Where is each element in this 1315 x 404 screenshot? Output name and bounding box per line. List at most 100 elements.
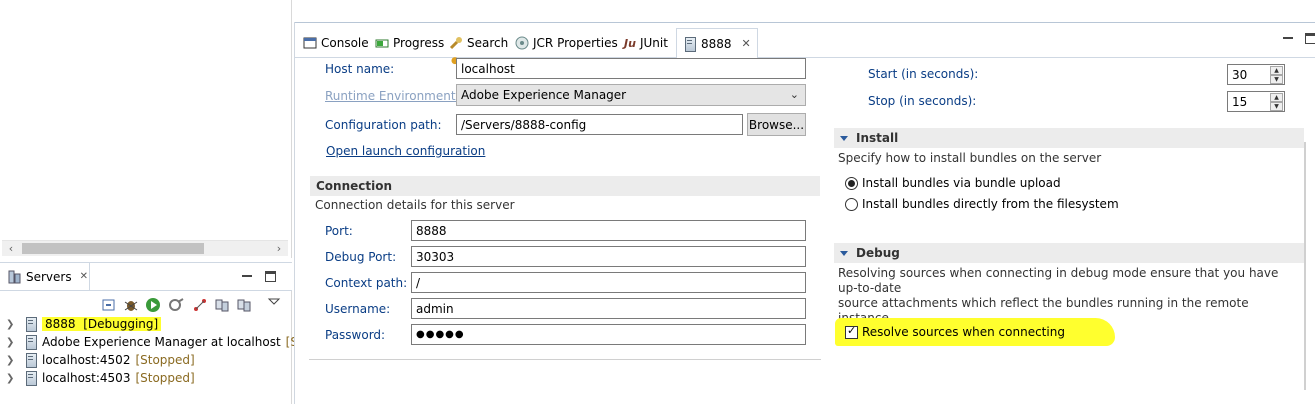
password-field[interactable]: ●●●●● (411, 324, 806, 345)
servers-tab-label: Servers (26, 269, 72, 284)
jcr-properties-icon (515, 36, 529, 50)
host-name-field[interactable]: localhost (456, 58, 806, 79)
server-icon (24, 371, 38, 386)
server-item-aem-localhost[interactable]: ❯ Adobe Experience Manager at localhost … (6, 333, 318, 351)
install-from-filesystem-radio[interactable]: Install bundles directly from the filesy… (845, 197, 1119, 211)
configuration-path-field[interactable]: /Servers/8888-config (456, 114, 743, 135)
host-name-label: Host name: (325, 62, 395, 76)
resolve-sources-checkbox[interactable] (845, 324, 858, 339)
collapse-all-icon[interactable] (101, 297, 117, 313)
open-launch-configuration-link[interactable]: Open launch configuration (326, 144, 485, 158)
install-description: Specify how to install bundles on the se… (838, 151, 1102, 165)
tab-label: JUnit (639, 36, 668, 50)
scrollbar-thumb[interactable] (22, 243, 204, 254)
profile-server-icon[interactable] (168, 297, 184, 313)
vertical-scroll-edge (1304, 142, 1306, 390)
console-icon (303, 37, 317, 49)
username-label: Username: (325, 302, 391, 316)
collapse-triangle-icon[interactable] (840, 135, 848, 141)
expand-icon[interactable]: ❯ (6, 319, 20, 330)
server-icon (24, 353, 38, 368)
spin-down-icon[interactable]: ▼ (1270, 102, 1283, 111)
password-label: Password: (325, 328, 386, 342)
server-icon (24, 317, 38, 332)
connection-description: Connection details for this server (315, 198, 515, 212)
tab-label: Progress (393, 36, 445, 50)
resolve-sources-label: Resolve sources when connecting (862, 325, 1065, 339)
debug-description-line: Resolving sources when connecting in deb… (838, 266, 1279, 295)
context-path-field[interactable]: / (411, 272, 806, 293)
divider (309, 359, 821, 360)
radio-label: Install bundles directly from the filesy… (862, 197, 1119, 211)
close-icon[interactable]: ✕ (80, 271, 88, 282)
tab-servers[interactable]: Servers ✕ (0, 263, 90, 290)
expand-icon[interactable]: ❯ (6, 337, 20, 348)
close-icon[interactable]: ✕ (742, 37, 751, 50)
maximize-icon[interactable] (265, 271, 276, 282)
tab-junit[interactable]: Ju JUnit (624, 30, 668, 56)
start-server-icon[interactable] (145, 297, 161, 313)
minimize-icon[interactable] (1281, 31, 1295, 45)
server-item-label: Adobe Experience Manager at localhost (42, 335, 281, 349)
debug-port-field[interactable]: 30303 (411, 246, 806, 267)
server-item-label: localhost:4502 (42, 353, 131, 367)
start-timeout-spinner[interactable]: 30 ▲ ▼ (1227, 64, 1285, 85)
stop-timeout-label: Stop (in seconds): (868, 94, 977, 108)
debug-section-title[interactable]: Debug (834, 243, 1304, 263)
server-item-localhost-4503[interactable]: ❯ localhost:4503 [Stopped] (6, 369, 195, 387)
scroll-left-icon[interactable]: ‹ (4, 242, 18, 256)
server-item-label: localhost:4503 (42, 371, 131, 385)
port-label: Port: (325, 224, 353, 238)
debug-title-text: Debug (856, 246, 900, 260)
view-menu-icon[interactable] (266, 293, 282, 309)
server-item-label: 8888 [Debugging] (42, 317, 162, 331)
radio-selected-icon[interactable] (845, 176, 858, 190)
radio-unselected-icon[interactable] (845, 197, 858, 211)
server-item-localhost-4502[interactable]: ❯ localhost:4502 [Stopped] (6, 351, 195, 369)
server-icon (24, 335, 38, 350)
spinner-buttons[interactable]: ▲ ▼ (1270, 93, 1283, 111)
disconnect-icon[interactable] (236, 297, 252, 313)
minimize-icon[interactable] (240, 269, 254, 283)
start-timeout-label: Start (in seconds): (868, 67, 979, 81)
search-icon (449, 37, 462, 50)
tab-8888[interactable]: 8888 ✕ (676, 28, 758, 59)
server-item-status: [Stopped] (135, 371, 195, 385)
server-icon (683, 36, 697, 52)
spin-up-icon[interactable]: ▲ (1270, 93, 1283, 102)
stop-timeout-spinner[interactable]: 15 ▲ ▼ (1227, 91, 1285, 112)
runtime-environment-select[interactable]: Adobe Experience Manager ⌄ (456, 84, 806, 106)
tab-jcr-properties[interactable]: JCR Properties (515, 30, 618, 56)
browse-button[interactable]: Browse... (747, 113, 806, 136)
publish-icon[interactable] (192, 297, 208, 313)
install-via-upload-radio[interactable]: Install bundles via bundle upload (845, 176, 1061, 190)
install-section-title[interactable]: Install (834, 128, 1304, 148)
stop-server-icon[interactable] (214, 297, 230, 313)
connection-section-title: Connection (310, 176, 820, 196)
port-field[interactable]: 8888 (411, 220, 806, 241)
maximize-icon[interactable] (1305, 33, 1315, 44)
servers-icon (8, 270, 21, 283)
tab-label: JCR Properties (533, 36, 618, 50)
expand-icon[interactable]: ❯ (6, 355, 20, 366)
spinner-buttons[interactable]: ▲ ▼ (1270, 66, 1283, 84)
expand-icon[interactable]: ❯ (6, 373, 20, 384)
tab-progress[interactable]: Progress (375, 30, 444, 56)
server-item-8888[interactable]: ❯ 8888 [Debugging] (6, 315, 162, 333)
tab-label: Search (467, 36, 509, 50)
tab-console[interactable]: Console (303, 30, 369, 56)
left-view-area (0, 0, 292, 258)
server-editor: Console Progress Search JCR Properties J… (294, 22, 1315, 404)
horizontal-scrollbar[interactable]: ‹ › (2, 240, 288, 256)
tab-search[interactable]: Search (449, 30, 508, 56)
resolve-sources-checkbox-row[interactable]: Resolve sources when connecting (835, 318, 1115, 346)
configuration-path-label: Configuration path: (325, 118, 442, 132)
collapse-triangle-icon[interactable] (840, 250, 848, 256)
spin-down-icon[interactable]: ▼ (1270, 75, 1283, 84)
debug-server-icon[interactable] (123, 297, 139, 313)
server-item-status: [Stopped] (135, 353, 195, 367)
scroll-right-icon[interactable]: › (272, 242, 286, 256)
username-field[interactable]: admin (411, 298, 806, 319)
servers-tabbar: Servers ✕ (0, 263, 292, 291)
spin-up-icon[interactable]: ▲ (1270, 66, 1283, 75)
